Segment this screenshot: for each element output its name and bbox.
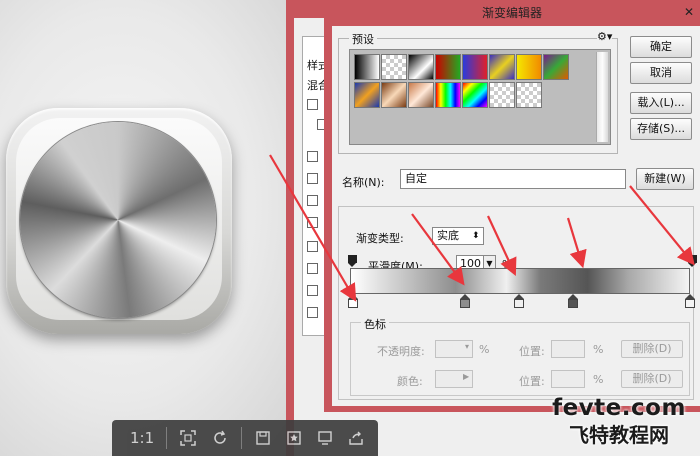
preset-swatch[interactable]	[516, 82, 542, 108]
preset-swatch[interactable]	[354, 82, 380, 108]
ok-button[interactable]: 确定	[630, 36, 692, 58]
name-label: 名称(N):	[342, 176, 385, 189]
layer-style-checkbox[interactable]	[307, 307, 318, 318]
close-icon[interactable]: ✕	[684, 5, 694, 19]
screen-icon[interactable]	[316, 426, 335, 450]
canvas-area	[0, 0, 300, 456]
layer-style-checkbox[interactable]	[307, 195, 318, 206]
preset-swatch[interactable]	[489, 82, 515, 108]
favorite-icon[interactable]	[285, 426, 304, 450]
gradient-editor-window: 渐变编辑器 ✕ 预设 ⚙▾ 确定 取消 载入(L)... 存储(S)... 名称…	[324, 0, 700, 412]
layer-style-checkbox[interactable]	[307, 285, 318, 296]
preset-swatch[interactable]	[543, 54, 569, 80]
layer-style-checkbox[interactable]	[307, 151, 318, 162]
actual-size-button[interactable]: 1:1	[130, 426, 154, 450]
watermark: fevte.com 飞特教程网	[540, 394, 698, 448]
rotate-icon[interactable]	[210, 426, 229, 450]
smoothness-label: 平滑度(M):	[368, 260, 423, 273]
presets-label: 预设	[349, 31, 377, 47]
preset-swatches	[349, 49, 611, 145]
preset-swatch[interactable]	[381, 54, 407, 80]
save-icon[interactable]	[254, 426, 273, 450]
layer-style-checkbox[interactable]	[307, 173, 318, 184]
new-button[interactable]: 新建(W)	[636, 168, 694, 190]
preset-swatch[interactable]	[462, 82, 488, 108]
preset-scrollbar[interactable]	[596, 52, 608, 142]
gradient-editor-body: 预设 ⚙▾ 确定 取消 载入(L)... 存储(S)... 名称(N): 自定 …	[332, 26, 700, 406]
preset-swatch[interactable]	[408, 54, 434, 80]
gradient-type-label: 渐变类型:	[356, 232, 404, 245]
preset-swatch[interactable]	[489, 54, 515, 80]
load-button[interactable]: 载入(L)...	[630, 92, 692, 114]
gear-icon[interactable]: ⚙▾	[597, 30, 613, 43]
preset-swatch[interactable]	[381, 82, 407, 108]
preset-swatch[interactable]	[435, 54, 461, 80]
layer-style-checkbox-checked[interactable]	[307, 241, 318, 252]
toolbar-divider	[241, 427, 242, 449]
smoothness-input[interactable]: 100	[456, 255, 484, 273]
preset-swatch[interactable]	[354, 54, 380, 80]
presets-group: 预设 ⚙▾	[338, 30, 618, 154]
cancel-button[interactable]: 取消	[630, 62, 692, 84]
viewer-toolbar: 1:1	[112, 420, 378, 456]
save-button[interactable]: 存储(S)...	[630, 118, 692, 140]
layer-style-checkbox[interactable]	[307, 263, 318, 274]
window-title: 渐变编辑器	[481, 6, 542, 20]
preset-swatch[interactable]	[408, 82, 434, 108]
preset-swatch[interactable]	[516, 54, 542, 80]
watermark-name: 飞特教程网	[569, 423, 669, 447]
preset-swatch[interactable]	[462, 54, 488, 80]
name-input[interactable]: 自定	[400, 169, 626, 189]
share-icon[interactable]	[347, 426, 366, 450]
layer-style-checkbox[interactable]	[307, 99, 318, 110]
chevron-down-icon[interactable]: ▼	[484, 255, 496, 273]
preset-swatch[interactable]	[435, 82, 461, 108]
knob-dial	[20, 122, 216, 318]
chevron-updown-icon: ⬍	[472, 231, 480, 241]
smoothness-unit: %	[502, 258, 513, 271]
layer-style-checkbox[interactable]	[307, 217, 318, 228]
watermark-site: fevte.com	[552, 395, 686, 421]
toolbar-divider	[166, 427, 167, 449]
fit-screen-icon[interactable]	[179, 426, 198, 450]
